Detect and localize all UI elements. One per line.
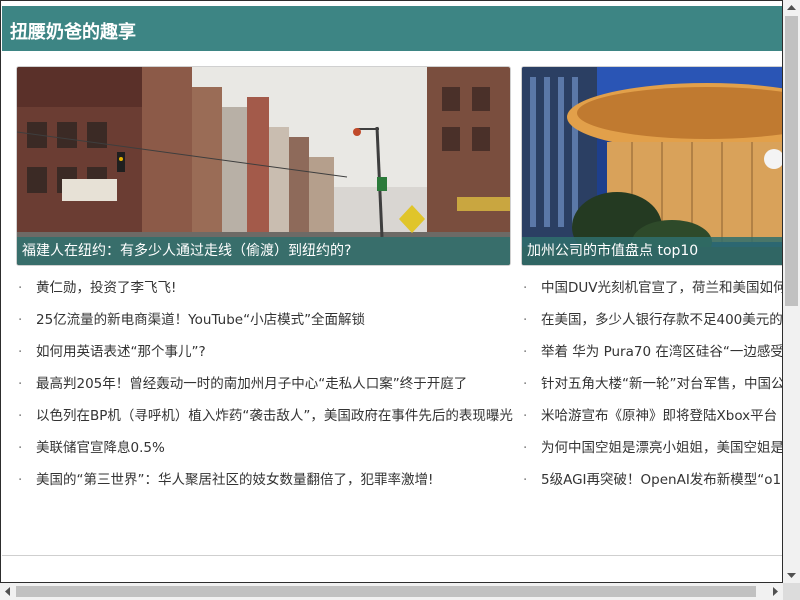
horizontal-scroll-thumb[interactable] [16,586,756,597]
bullet-icon: · [18,312,23,328]
list-item[interactable]: · 针对五角大楼“新一轮”对台军售，中国公 [521,368,782,400]
list-item[interactable]: · 中国DUV光刻机官宣了，荷兰和美国如何 [521,272,782,304]
scrollbar-corner [783,583,800,600]
list-item-link[interactable]: 米哈游宣布《原神》即将登陆Xbox平台 [541,408,777,424]
list-item[interactable]: · 5级AGI再突破！OpenAI发布新模型“o1 [521,464,782,496]
list-item-link[interactable]: 针对五角大楼“新一轮”对台军售，中国公 [541,376,782,392]
list-item-link[interactable]: 5级AGI再突破！OpenAI发布新模型“o1 [541,472,781,488]
bullet-icon: · [18,440,23,456]
list-item-link[interactable]: 中国DUV光刻机官宣了，荷兰和美国如何 [541,280,782,296]
list-item-link[interactable]: 在美国，多少人银行存款不足400美元的 [541,312,782,328]
list-item[interactable]: · 如何用英语表述“那个事儿”? [16,336,514,368]
list-item-link[interactable]: 美联储官宣降息0.5% [36,440,165,456]
list-item[interactable]: · 米哈游宣布《原神》即将登陆Xbox平台 [521,400,782,432]
list-item[interactable]: · 在美国，多少人银行存款不足400美元的 [521,304,782,336]
featured-card-2[interactable]: 加州公司的市值盘点 top10 [521,66,782,266]
bullet-icon: · [18,472,23,488]
list-item[interactable]: · 25亿流量的新电商渠道！YouTube“小店模式”全面解锁 [16,304,514,336]
horizontal-scrollbar[interactable] [0,583,783,600]
arrow-down-icon[interactable] [783,567,800,583]
bullet-icon: · [523,344,528,360]
bullet-icon: · [18,344,23,360]
list-item-link[interactable]: 如何用英语表述“那个事儿”? [36,344,206,360]
list-item-link[interactable]: 最高判205年！曾经轰动一时的南加州月子中心“走私人口案”终于开庭了 [36,376,467,392]
list-item[interactable]: · 举着 华为 Pura70 在湾区硅谷“一边感受 [521,336,782,368]
list-item-link[interactable]: 美国的“第三世界”：华人聚居社区的妓女数量翻倍了，犯罪率激增! [36,472,433,488]
list-item[interactable]: · 以色列在BP机（寻呼机）植入炸药“袭击敌人”，美国政府在事件先后的表现曝光 [16,400,514,432]
card-caption-2[interactable]: 加州公司的市值盘点 top10 [522,237,782,265]
bullet-icon: · [523,280,528,296]
card-caption-1[interactable]: 福建人在纽约：有多少人通过走线（偷渡）到纽约的? [17,237,510,265]
list-item[interactable]: · 最高判205年！曾经轰动一时的南加州月子中心“走私人口案”终于开庭了 [16,368,514,400]
arrow-right-icon[interactable] [767,583,783,600]
divider [2,555,782,556]
bullet-icon: · [523,472,528,488]
list-item-link[interactable]: 25亿流量的新电商渠道！YouTube“小店模式”全面解锁 [36,312,365,328]
arrow-up-icon[interactable] [783,0,800,16]
bullet-icon: · [18,376,23,392]
list-item-link[interactable]: 黄仁勋，投资了李飞飞! [36,280,176,296]
news-list-right: · 中国DUV光刻机官宣了，荷兰和美国如何 · 在美国，多少人银行存款不足400美元… [521,272,782,496]
list-item-link[interactable]: 为何中国空姐是漂亮小姐姐，美国空姐是 [541,440,782,456]
site-header: 扭腰奶爸的趣享 [2,6,782,51]
list-item-link[interactable]: 以色列在BP机（寻呼机）植入炸药“袭击敌人”，美国政府在事件先后的表现曝光 [36,408,513,424]
bullet-icon: · [523,408,528,424]
site-title[interactable]: 扭腰奶爸的趣享 [10,18,136,44]
page-frame: 扭腰奶爸的趣享 福建人在纽约：有多少人通过走线（偷渡）到纽约的? 加州公司的市值… [0,0,783,583]
vertical-scrollbar[interactable] [783,0,800,583]
news-list-left: · 黄仁勋，投资了李飞飞! · 25亿流量的新电商渠道！YouTube“小店模式”全… [16,272,514,496]
bullet-icon: · [523,312,528,328]
bullet-icon: · [18,280,23,296]
featured-card-1[interactable]: 福建人在纽约：有多少人通过走线（偷渡）到纽约的? [16,66,511,266]
list-item-link[interactable]: 举着 华为 Pura70 在湾区硅谷“一边感受 [541,344,782,360]
arrow-left-icon[interactable] [0,583,16,600]
bullet-icon: · [18,408,23,424]
list-item[interactable]: · 美联储官宣降息0.5% [16,432,514,464]
bullet-icon: · [523,440,528,456]
list-item[interactable]: · 美国的“第三世界”：华人聚居社区的妓女数量翻倍了，犯罪率激增! [16,464,514,496]
vertical-scroll-thumb[interactable] [785,16,798,306]
bullet-icon: · [523,376,528,392]
list-item[interactable]: · 黄仁勋，投资了李飞飞! [16,272,514,304]
list-item[interactable]: · 为何中国空姐是漂亮小姐姐，美国空姐是 [521,432,782,464]
